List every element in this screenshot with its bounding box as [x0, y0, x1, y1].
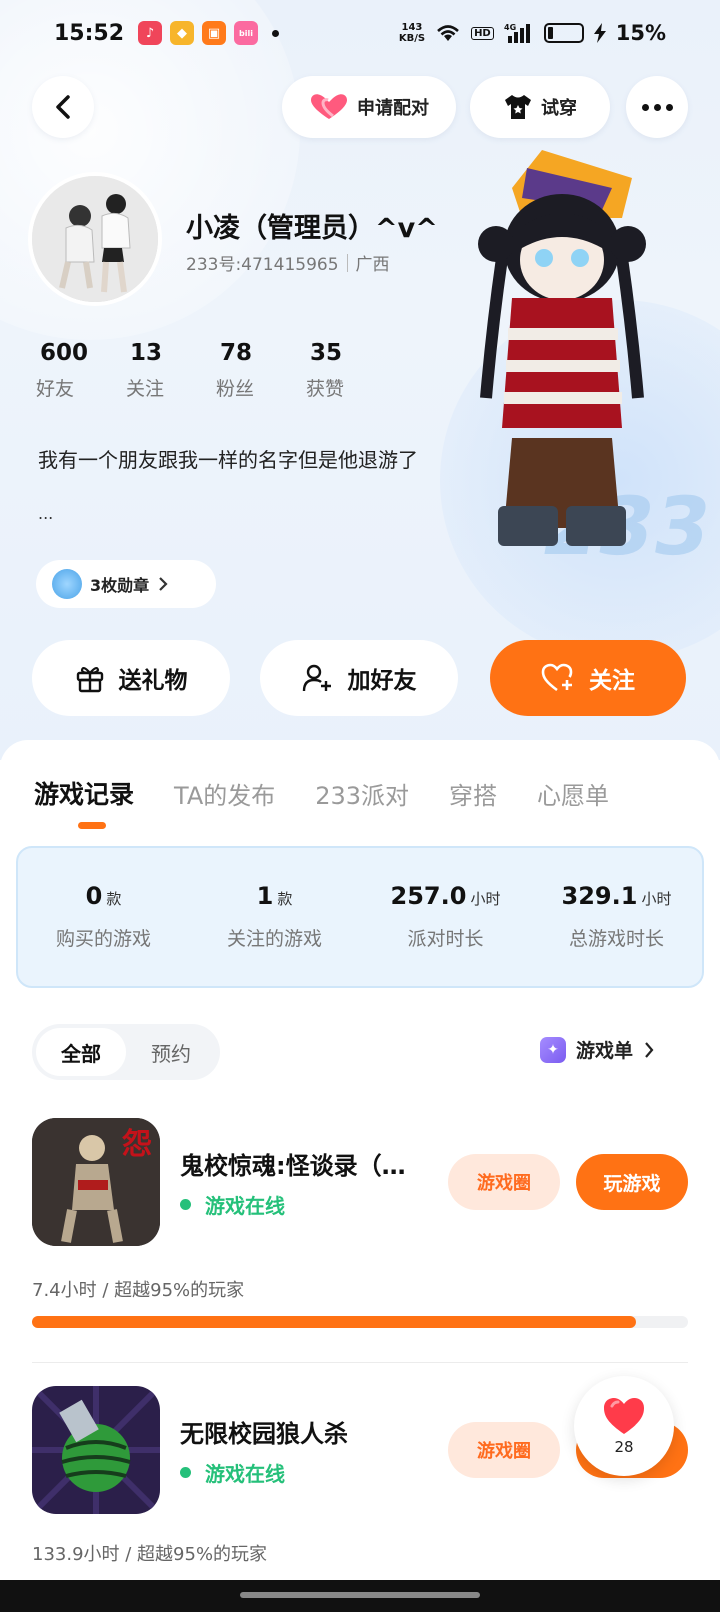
filter-reserve[interactable]: 预约: [126, 1028, 216, 1076]
gift-icon: [76, 666, 103, 693]
svg-text:4G: 4G: [504, 23, 516, 32]
music-app-icon: ♪: [138, 21, 163, 45]
stat-likes[interactable]: 35 获赞: [306, 340, 396, 401]
bilibili-app-icon: bili: [234, 21, 259, 45]
floating-like-button[interactable]: 28: [574, 1376, 674, 1476]
stat-friends[interactable]: 600 好友: [36, 340, 126, 401]
user-id-line: 233号:471415965 广西: [186, 250, 390, 275]
sparkle-icon: ✦: [540, 1036, 566, 1063]
bio-more[interactable]: ...: [38, 504, 53, 523]
play-game-button[interactable]: 玩游戏: [576, 1154, 688, 1210]
game-list-link[interactable]: ✦ 游戏单: [540, 1036, 655, 1063]
like-count: 28: [614, 1438, 634, 1456]
game-summary-card: 0款 购买的游戏 1款 关注的游戏 257.0 小时 派对时长 329.1 小时 总…: [16, 846, 704, 988]
chevron-right-icon: [645, 1041, 654, 1058]
avatar-character[interactable]: [472, 148, 652, 568]
game-list-label: 游戏单: [576, 1040, 634, 1062]
summary-purchased[interactable]: 0款 购买的游戏: [18, 848, 189, 986]
playtime-progress-bar: [32, 1316, 688, 1328]
user-nickname: 小凌（管理员）^v^: [186, 213, 438, 244]
online-dot-icon: [180, 1199, 191, 1210]
divider: [346, 253, 348, 272]
game-title[interactable]: 鬼校惊魂:怪谈录（…: [180, 1146, 406, 1181]
request-pair-label: 申请配对: [357, 98, 429, 119]
status-time: 15:52: [54, 20, 125, 46]
game-playtime: 7.4小时 / 超越95%的玩家: [32, 1280, 245, 1301]
game-status: 游戏在线: [180, 1458, 285, 1487]
send-gift-label: 送礼物: [118, 668, 188, 694]
profile-stats: 600 好友 13 关注 78 粉丝 35 获赞: [36, 340, 396, 401]
hd-icon: HD: [471, 26, 494, 40]
user-region: 广西: [355, 255, 390, 275]
medals-button[interactable]: 3枚勋章: [36, 560, 216, 608]
add-user-icon: [302, 664, 331, 692]
tab-posts[interactable]: TA的发布: [174, 776, 275, 811]
system-nav-bar: [0, 1580, 720, 1612]
user-avatar[interactable]: [28, 172, 162, 306]
back-button[interactable]: [32, 76, 94, 138]
video-app-icon: ▣: [202, 21, 227, 45]
battery-icon: [543, 23, 584, 43]
game-icon-horror[interactable]: 怨: [32, 1118, 160, 1246]
more-notifications-icon: [272, 29, 280, 37]
playtime-progress-fill: [32, 1316, 636, 1328]
online-dot-icon: [180, 1467, 191, 1478]
filter-all[interactable]: 全部: [36, 1028, 126, 1076]
profile-tabs: 游戏记录 TA的发布 233派对 穿搭 心愿单: [0, 768, 720, 818]
charging-icon: [593, 23, 606, 43]
game-filter-segment: 全部 预约: [32, 1024, 220, 1080]
heart-plus-icon: [541, 663, 573, 692]
double-heart-icon: [311, 94, 347, 119]
heart-icon: [604, 1398, 644, 1434]
status-bar: 15:52 ♪ ◆ ▣ bili 143 KB/S HD 4G 15%: [0, 0, 720, 66]
cell-signal-icon: 4G: [504, 23, 530, 43]
medal-icon: [52, 569, 82, 599]
chevron-right-icon: [159, 577, 168, 591]
game-status: 游戏在线: [180, 1190, 285, 1219]
user-bio[interactable]: 我有一个朋友跟我一样的名字但是他退游了: [38, 446, 478, 474]
tab-game-records[interactable]: 游戏记录: [34, 775, 134, 811]
divider: [32, 1362, 688, 1363]
more-dots-icon: [641, 103, 649, 111]
status-app-icons: ♪ ◆ ▣ bili: [138, 21, 280, 45]
try-on-label: 试穿: [541, 98, 577, 119]
send-gift-button[interactable]: 送礼物: [32, 640, 230, 716]
add-friend-label: 加好友: [347, 668, 417, 694]
summary-followed[interactable]: 1款 关注的游戏: [189, 848, 360, 986]
follow-button[interactable]: 关注: [490, 640, 686, 716]
game-icon-werewolf[interactable]: [32, 1386, 160, 1514]
tab-wishlist[interactable]: 心愿单: [537, 776, 609, 811]
avatar-photo-icon: [32, 176, 158, 302]
stat-following[interactable]: 13 关注: [126, 340, 216, 401]
game-title[interactable]: 无限校园狼人杀: [180, 1414, 348, 1449]
medals-label: 3枚勋章: [90, 576, 150, 595]
summary-total-time[interactable]: 329.1 小时 总游戏时长: [531, 848, 702, 986]
request-pair-button[interactable]: 申请配对: [282, 76, 456, 138]
game-circle-button[interactable]: 游戏圈: [448, 1422, 560, 1478]
game-circle-button[interactable]: 游戏圈: [448, 1154, 560, 1210]
stat-fans[interactable]: 78 粉丝: [216, 340, 306, 401]
user-id[interactable]: 233号:471415965: [186, 250, 339, 275]
home-indicator[interactable]: [240, 1592, 480, 1598]
battery-percent: 15%: [615, 21, 666, 45]
try-on-button[interactable]: 试穿: [470, 76, 610, 138]
net-speed: 143 KB/S: [398, 22, 426, 44]
add-friend-button[interactable]: 加好友: [260, 640, 458, 716]
more-options-button[interactable]: [626, 76, 688, 138]
shirt-icon: [505, 95, 531, 119]
tab-outfits[interactable]: 穿搭: [449, 776, 497, 811]
gem-app-icon: ◆: [170, 21, 195, 45]
back-arrow-icon: [56, 95, 70, 119]
active-tab-indicator: [78, 822, 106, 829]
svg-text:怨: 怨: [122, 1127, 152, 1162]
tab-233-party[interactable]: 233派对: [315, 776, 409, 811]
follow-label: 关注: [589, 668, 635, 694]
summary-party-time[interactable]: 257.0 小时 派对时长: [360, 848, 531, 986]
wifi-icon: [437, 25, 459, 41]
game-playtime: 133.9小时 / 超越95%的玩家: [32, 1544, 268, 1565]
